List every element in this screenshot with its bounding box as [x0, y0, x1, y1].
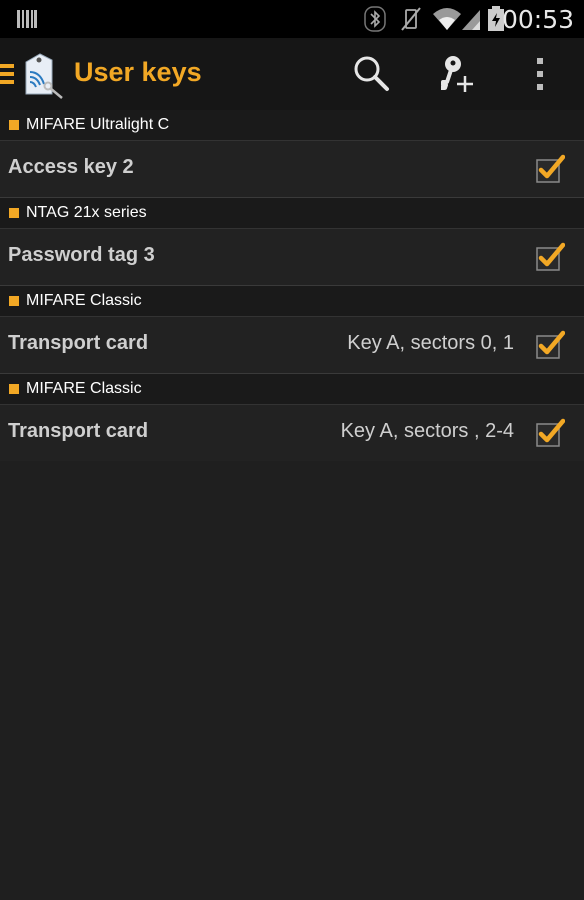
wifi-icon [433, 8, 461, 30]
list-item[interactable]: Transport card Key A, sectors 0, 1 [0, 317, 584, 374]
list-item[interactable]: Transport card Key A, sectors , 2-4 [0, 405, 584, 461]
add-key-icon[interactable] [435, 52, 479, 96]
overflow-menu-icon[interactable] [520, 52, 564, 96]
search-icon[interactable] [350, 52, 394, 96]
section-bullet-icon [9, 208, 19, 218]
section-bullet-icon [9, 296, 19, 306]
status-bar: 00:53 [0, 0, 584, 38]
item-title: Access key 2 [8, 156, 134, 178]
section-title: MIFARE Classic [26, 380, 142, 397]
barcode-icon [17, 10, 37, 28]
vibrate-icon [401, 7, 421, 31]
item-detail: Key A, sectors 0, 1 [347, 332, 514, 354]
section-title: MIFARE Classic [26, 292, 142, 309]
item-title: Transport card [8, 332, 149, 354]
checkbox-checked-icon[interactable] [535, 242, 565, 272]
checkbox-checked-icon[interactable] [535, 330, 565, 360]
section-header: NTAG 21x series [0, 198, 584, 229]
list-item[interactable]: Access key 2 [0, 141, 584, 198]
bluetooth-icon [364, 6, 386, 32]
section-bullet-icon [9, 384, 19, 394]
list-item[interactable]: Password tag 3 [0, 229, 584, 286]
item-title: Transport card [8, 420, 149, 442]
section-bullet-icon [9, 120, 19, 130]
item-detail: Key A, sectors , 2-4 [340, 420, 514, 442]
section-title: NTAG 21x series [26, 204, 147, 221]
action-bar: User keys [0, 38, 584, 110]
section-title: MIFARE Ultralight C [26, 116, 170, 133]
checkbox-checked-icon[interactable] [535, 154, 565, 184]
app-logo-icon[interactable] [18, 50, 66, 100]
checkbox-checked-icon[interactable] [535, 418, 565, 448]
section-header: MIFARE Classic [0, 286, 584, 317]
section-header: MIFARE Ultralight C [0, 110, 584, 141]
section-header: MIFARE Classic [0, 374, 584, 405]
page-title: User keys [74, 57, 202, 87]
user-keys-list: MIFARE Ultralight C Access key 2 NTAG 21… [0, 110, 584, 461]
status-time: 00:53 [501, 5, 574, 34]
item-title: Password tag 3 [8, 244, 155, 266]
menu-icon[interactable] [0, 62, 16, 86]
signal-icon [462, 10, 480, 30]
